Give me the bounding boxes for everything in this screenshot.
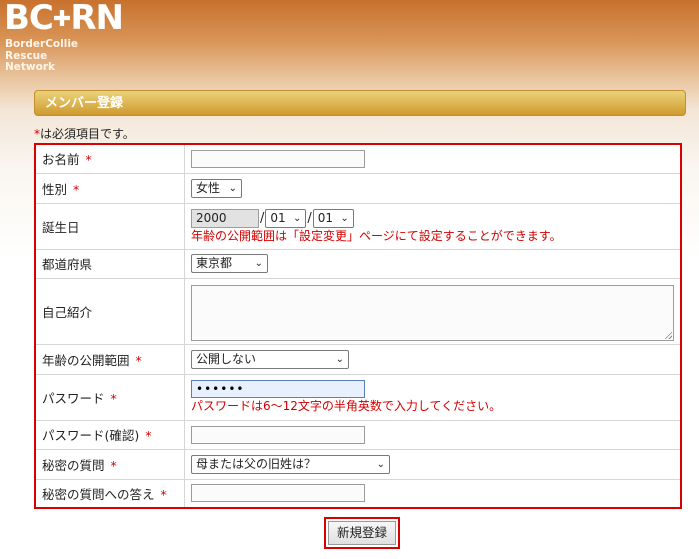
password-hint: パスワードは6～12文字の半角英数で入力してください。 xyxy=(191,399,502,413)
row-birthday: 誕生日 2000/01 ⌄/01 ⌄ 年齢の公開範囲は「設定変更」ページにて設定する… xyxy=(34,202,682,250)
row-prefecture: 都道府県 東京都 ⌄ xyxy=(34,248,682,279)
row-name: お名前 * xyxy=(34,143,682,174)
row-intro: 自己紹介 xyxy=(34,277,682,345)
intro-textarea[interactable] xyxy=(191,284,674,341)
password-input[interactable] xyxy=(191,380,365,398)
age-visibility-select[interactable]: 公開しない ⌄ xyxy=(191,349,349,369)
password-confirm-label: パスワード(確認) * xyxy=(34,419,185,450)
secret-answer-label: 秘密の質問への答え * xyxy=(34,478,185,509)
row-gender: 性別 * 女性 ⌄ xyxy=(34,172,682,204)
password-confirm-input[interactable] xyxy=(191,425,365,444)
site-header: BC✚RN BorderCollie Rescue Network xyxy=(0,0,699,80)
page-title: メンバー登録 xyxy=(34,90,686,116)
row-secret-answer: 秘密の質問への答え * xyxy=(34,478,682,509)
required-note: *は必須項目です。 xyxy=(34,127,135,141)
name-input[interactable] xyxy=(191,149,365,168)
submit-highlight: 新規登録 xyxy=(324,517,401,549)
registration-form: お名前 * 性別 * 女性 ⌄ 誕生日 2000/01 ⌄/01 ⌄ 年齢の公開範囲は「設… xyxy=(34,143,682,509)
cross-icon: ✚ xyxy=(52,7,71,32)
chevron-down-icon: ⌄ xyxy=(335,353,344,365)
birth-day-select[interactable]: 01 ⌄ xyxy=(312,208,354,228)
birthday-hint: 年齢の公開範囲は「設定変更」ページにて設定することができます。 xyxy=(191,228,562,243)
birthday-label: 誕生日 xyxy=(34,202,185,250)
chevron-down-icon: ⌄ xyxy=(293,212,302,224)
date-separator: / xyxy=(260,210,265,226)
row-password: パスワード* パスワードは6～12文字の半角英数で入力してください。 xyxy=(34,373,682,421)
gender-label: 性別 * xyxy=(34,172,185,204)
prefecture-label: 都道府県 xyxy=(34,248,185,279)
intro-label: 自己紹介 xyxy=(34,277,185,345)
row-secret-question: 秘密の質問 * 母または父の旧姓は？ ⌄ xyxy=(34,448,682,480)
password-label: パスワード * xyxy=(34,373,185,421)
chevron-down-icon: ⌄ xyxy=(376,458,385,470)
age-visibility-label: 年齢の公開範囲 * xyxy=(34,343,185,375)
row-age-visibility: 年齢の公開範囲 * 公開しない ⌄ xyxy=(34,343,682,375)
secret-answer-input[interactable] xyxy=(191,484,365,503)
resize-handle-icon[interactable] xyxy=(664,330,672,339)
row-password-confirm: パスワード(確認) * xyxy=(34,419,682,450)
site-logo[interactable]: BC✚RN xyxy=(4,0,124,38)
chevron-down-icon: ⌄ xyxy=(340,212,349,224)
secret-question-select[interactable]: 母または父の旧姓は？ ⌄ xyxy=(191,454,390,474)
submit-area: 新規登録 xyxy=(324,517,401,549)
secret-question-label: 秘密の質問 * xyxy=(34,448,185,480)
chevron-down-icon: ⌄ xyxy=(228,182,237,194)
chevron-down-icon: ⌄ xyxy=(254,258,263,269)
logo-subtitle: BorderCollie Rescue Network xyxy=(5,38,79,73)
prefecture-select[interactable]: 東京都 ⌄ xyxy=(191,254,268,273)
gender-select[interactable]: 女性 ⌄ xyxy=(191,178,242,198)
register-button[interactable]: 新規登録 xyxy=(328,521,397,545)
birth-year-input[interactable]: 2000 xyxy=(191,208,259,228)
main-content: メンバー登録 *は必須項目です。 お名前 * 性別 * 女性 ⌄ 誕生日 2000/0… xyxy=(34,90,686,509)
birth-month-select[interactable]: 01 ⌄ xyxy=(265,208,307,228)
date-separator: / xyxy=(307,210,312,226)
name-label: お名前 * xyxy=(34,143,185,174)
